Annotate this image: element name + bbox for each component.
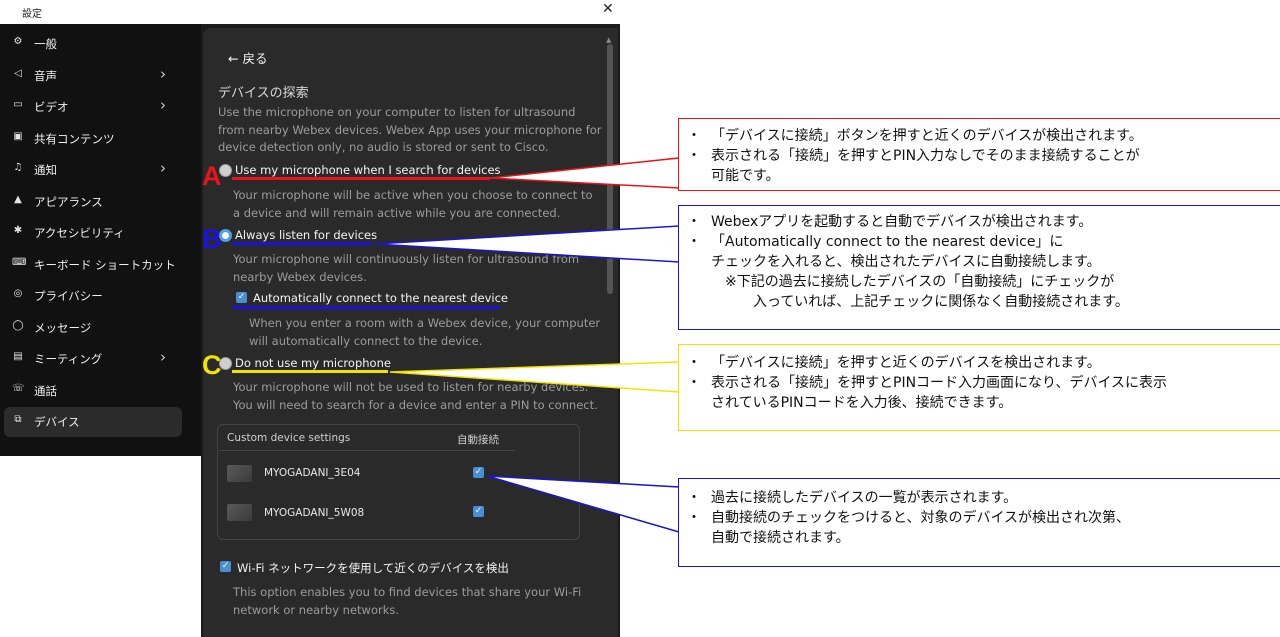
callout-bullet: ・表示される「接続」を押すとPINコード入力画面になり、デバイスに表示 されてい… [679, 373, 1280, 413]
callout-text: 「Automatically connect to the nearest de… [711, 234, 1129, 310]
callout-c: ・「デバイスに接続」を押すと近くのデバイスを検出されます。 ・表示される「接続」… [678, 344, 1280, 431]
bullet: ・ [687, 355, 701, 371]
pointer-a [489, 157, 680, 189]
callout-b: ・ Webexアプリを起動すると自動でデバイスが検出されます。 ・「Automat… [678, 205, 1280, 330]
callout-text: 表示される「接続」を押すとPIN入力なしでそのまま接続することが 可能です。 [711, 148, 1140, 184]
callout-text: 「デバイスに接続」ボタンを押すと近くのデバイスが検出されます。 [711, 128, 1143, 144]
callout-devices: ・過去に接続したデバイスの一覧が表示されます。 ・自動接続のチェックをつけると、… [678, 478, 1280, 567]
callout-text: 自動接続のチェックをつけると、対象のデバイスが検出され次第、 自動で接続されます… [711, 510, 1131, 546]
callout-text: Webexアプリを起動すると自動でデバイスが検出されます。 [711, 214, 1093, 230]
bullet: ・ [687, 490, 701, 506]
bullet: ・ [687, 214, 701, 230]
callout-bullet: ・「Automatically connect to the nearest d… [679, 232, 1280, 312]
bullet: ・ [687, 148, 701, 164]
callout-text: 過去に接続したデバイスの一覧が表示されます。 [711, 490, 1018, 506]
bullet: ・ [687, 510, 701, 526]
callout-a: ・「デバイスに接続」ボタンを押すと近くのデバイスが検出されます。 ・表示される「… [678, 118, 1280, 191]
bullet: ・ [687, 234, 701, 250]
callout-bullet: ・過去に接続したデバイスの一覧が表示されます。 [679, 488, 1280, 508]
callout-bullet: ・自動接続のチェックをつけると、対象のデバイスが検出され次第、 自動で接続されま… [679, 508, 1280, 548]
bullet: ・ [687, 128, 701, 144]
pointer-b [374, 225, 680, 263]
callout-text: 「デバイスに接続」を押すと近くのデバイスを検出されます。 [711, 355, 1101, 371]
callout-bullet: ・「デバイスに接続」を押すと近くのデバイスを検出されます。 [679, 353, 1280, 373]
callout-text: 表示される「接続」を押すとPINコード入力画面になり、デバイスに表示 されている… [711, 375, 1168, 411]
pointer-devices [486, 475, 680, 533]
callout-bullet: ・表示される「接続」を押すとPIN入力なしでそのまま接続することが 可能です。 [679, 146, 1280, 186]
callout-bullet: ・「デバイスに接続」ボタンを押すと近くのデバイスが検出されます。 [679, 126, 1280, 146]
bullet: ・ [687, 375, 701, 391]
pointer-c [389, 361, 680, 393]
callout-bullet: ・ Webexアプリを起動すると自動でデバイスが検出されます。 [679, 212, 1280, 232]
